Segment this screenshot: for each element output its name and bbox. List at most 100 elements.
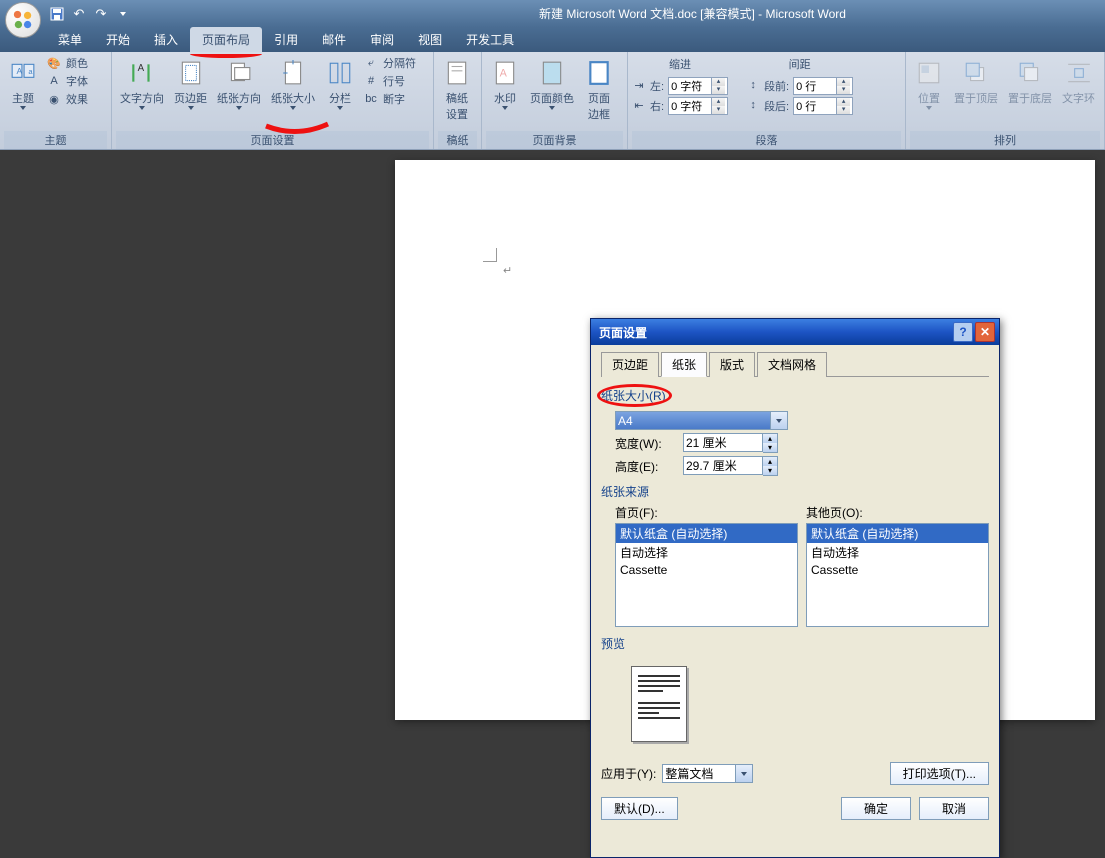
- position-button[interactable]: 位置: [910, 54, 948, 112]
- qat-dropdown-icon[interactable]: [114, 5, 132, 23]
- print-options-button[interactable]: 打印选项(T)...: [890, 762, 989, 785]
- bring-front-button[interactable]: 置于顶层: [950, 54, 1002, 108]
- svg-text:A: A: [500, 67, 508, 79]
- dialog-tab-paper[interactable]: 纸张: [661, 352, 707, 377]
- page-color-button[interactable]: 页面颜色: [526, 54, 578, 112]
- group-arrange-label: 排列: [910, 131, 1100, 149]
- tab-home[interactable]: 开始: [94, 27, 142, 52]
- theme-effects-button[interactable]: ◉效果: [44, 90, 90, 108]
- indent-heading: 缩进: [632, 56, 728, 72]
- text-direction-icon: A: [127, 56, 157, 90]
- width-input[interactable]: ▴▾: [683, 433, 778, 453]
- tab-page-layout[interactable]: 页面布局: [190, 27, 262, 52]
- redo-icon[interactable]: ↷: [92, 5, 110, 23]
- dialog-close-button[interactable]: ✕: [975, 322, 995, 342]
- save-icon[interactable]: [48, 5, 66, 23]
- theme-colors-button[interactable]: 🎨颜色: [44, 54, 90, 72]
- draft-icon: [442, 56, 472, 90]
- paper-size-icon: [278, 56, 308, 90]
- dialog-help-button[interactable]: ?: [953, 322, 973, 342]
- themes-label: 主题: [12, 90, 34, 106]
- cancel-button[interactable]: 取消: [919, 797, 989, 820]
- dialog-tabs: 页边距 纸张 版式 文档网格: [601, 351, 989, 377]
- margins-button[interactable]: 页边距: [170, 54, 211, 112]
- breaks-icon: ⤶: [363, 55, 379, 71]
- dialog-tab-layout[interactable]: 版式: [709, 352, 755, 377]
- preview-page-icon: [631, 666, 687, 742]
- group-paragraph-label: 段落: [632, 131, 901, 149]
- send-back-icon: [1015, 56, 1045, 90]
- cursor-mark: ↵: [503, 264, 512, 277]
- apply-to-combo[interactable]: [662, 764, 753, 783]
- orientation-icon: [224, 56, 254, 90]
- height-label: 高度(E):: [615, 458, 675, 475]
- text-direction-button[interactable]: A文字方向: [116, 54, 168, 112]
- before-label: 段前:: [764, 78, 789, 94]
- columns-button[interactable]: 分栏: [321, 54, 359, 112]
- left-label: 左:: [650, 78, 664, 94]
- dialog-tab-grid[interactable]: 文档网格: [757, 352, 827, 377]
- group-theme-label: 主题: [4, 131, 107, 149]
- window-title: 新建 Microsoft Word 文档.doc [兼容模式] - Micros…: [539, 5, 846, 22]
- paper-size-combo[interactable]: [615, 411, 789, 430]
- paper-source-label: 纸张来源: [601, 483, 649, 500]
- tab-insert[interactable]: 插入: [142, 27, 190, 52]
- indent-right-input[interactable]: ▴▾: [668, 97, 728, 115]
- document-area: ↵ 页面设置 ? ✕ 页边距 纸张 版式 文档网格 纸张大小(R): [0, 150, 1105, 720]
- tab-mailings[interactable]: 邮件: [310, 27, 358, 52]
- watermark-icon: A: [490, 56, 520, 90]
- tab-view[interactable]: 视图: [406, 27, 454, 52]
- draft-settings-button[interactable]: 稿纸 设置: [438, 54, 476, 124]
- page-border-button[interactable]: 页面 边框: [580, 54, 618, 124]
- ok-button[interactable]: 确定: [841, 797, 911, 820]
- space-before-icon: ↕: [746, 79, 760, 93]
- list-item[interactable]: 自动选择: [616, 543, 797, 562]
- svg-text:A: A: [17, 66, 23, 76]
- space-before-input[interactable]: ▴▾: [793, 77, 853, 95]
- office-button[interactable]: [5, 2, 41, 38]
- space-after-input[interactable]: ▴▾: [793, 97, 853, 115]
- tab-review[interactable]: 审阅: [358, 27, 406, 52]
- list-item[interactable]: 默认纸盒 (自动选择): [616, 524, 797, 543]
- first-page-listbox[interactable]: 默认纸盒 (自动选择) 自动选择 Cassette: [615, 523, 798, 627]
- undo-icon[interactable]: ↶: [70, 5, 88, 23]
- indent-left-input[interactable]: ▴▾: [668, 77, 728, 95]
- tab-developer[interactable]: 开发工具: [454, 27, 526, 52]
- dialog-tab-margins[interactable]: 页边距: [601, 352, 659, 377]
- send-back-button[interactable]: 置于底层: [1004, 54, 1056, 108]
- indent-left-icon: ⇥: [632, 79, 646, 93]
- bring-front-icon: [961, 56, 991, 90]
- theme-fonts-button[interactable]: A字体: [44, 72, 90, 90]
- paper-size-button[interactable]: 纸张大小: [267, 54, 319, 112]
- orientation-button[interactable]: 纸张方向: [213, 54, 265, 112]
- themes-icon: Aa: [8, 56, 38, 90]
- list-item[interactable]: Cassette: [807, 562, 988, 578]
- hyphen-icon: bc: [363, 91, 379, 107]
- hyphenation-button[interactable]: bc断字: [361, 90, 418, 108]
- line-numbers-button[interactable]: #行号: [361, 72, 418, 90]
- palette-icon: 🎨: [46, 55, 62, 71]
- breaks-button[interactable]: ⤶分隔符: [361, 54, 418, 72]
- indent-right-icon: ⇤: [632, 99, 646, 113]
- spacing-heading: 间距: [746, 56, 853, 72]
- tab-references[interactable]: 引用: [262, 27, 310, 52]
- after-label: 段后:: [764, 98, 789, 114]
- watermark-button[interactable]: A水印: [486, 54, 524, 112]
- other-pages-listbox[interactable]: 默认纸盒 (自动选择) 自动选择 Cassette: [806, 523, 989, 627]
- apply-to-label: 应用于(Y):: [601, 765, 656, 782]
- tab-menu[interactable]: 菜单: [46, 27, 94, 52]
- default-button[interactable]: 默认(D)...: [601, 797, 678, 820]
- text-wrap-icon: [1064, 56, 1094, 90]
- list-item[interactable]: 默认纸盒 (自动选择): [807, 524, 988, 543]
- margins-icon: [176, 56, 206, 90]
- list-item[interactable]: Cassette: [616, 562, 797, 578]
- dialog-title: 页面设置: [599, 324, 647, 341]
- list-item[interactable]: 自动选择: [807, 543, 988, 562]
- dropdown-icon[interactable]: [771, 411, 788, 430]
- height-input[interactable]: ▴▾: [683, 456, 778, 476]
- text-wrap-button[interactable]: 文字环: [1058, 54, 1099, 108]
- dialog-titlebar[interactable]: 页面设置 ? ✕: [591, 319, 999, 345]
- paper-size-section-label: 纸张大小(R): [601, 387, 666, 404]
- annotation-mark-icon: [264, 120, 330, 138]
- themes-button[interactable]: Aa 主题: [4, 54, 42, 112]
